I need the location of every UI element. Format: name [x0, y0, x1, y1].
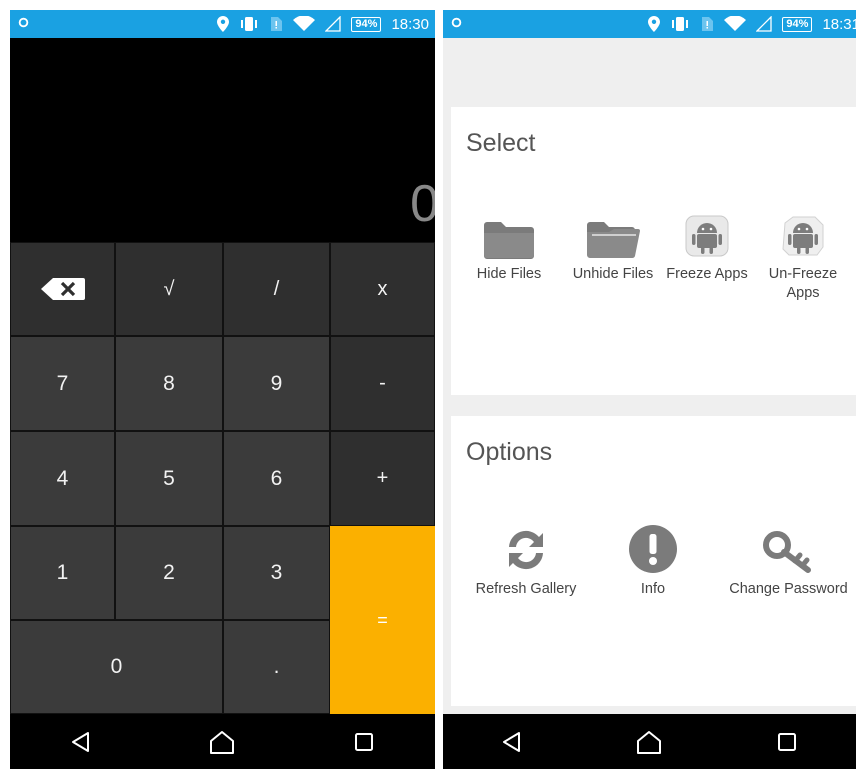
home-button[interactable] — [619, 722, 679, 762]
vibrate-icon — [239, 16, 259, 32]
unfreeze-apps-button[interactable]: Un-Freeze Apps — [757, 209, 849, 303]
key-6[interactable]: 6 — [223, 431, 330, 526]
battery-indicator: 94% — [351, 16, 382, 32]
key-2[interactable]: 2 — [115, 526, 223, 620]
signal-icon — [325, 16, 342, 32]
status-bar: 94% 18:30 — [10, 10, 435, 38]
hide-files-label: Hide Files — [476, 266, 542, 282]
status-clock: 18:30 — [391, 15, 429, 33]
location-icon — [648, 16, 661, 32]
open-folder-icon — [587, 222, 640, 259]
vibrate-icon — [670, 16, 690, 32]
recents-button[interactable] — [757, 722, 817, 762]
key-3[interactable]: 3 — [223, 526, 330, 620]
android-unfrozen-icon — [782, 216, 824, 256]
plus-button[interactable]: + — [330, 431, 435, 526]
key-7[interactable]: 7 — [10, 336, 115, 431]
home-icon — [210, 730, 235, 754]
equals-button[interactable]: = — [330, 526, 435, 714]
key-4[interactable]: 4 — [10, 431, 115, 526]
key-5[interactable]: 5 — [115, 431, 223, 526]
app-menu-screen: 94% 18:31 Select Hide Files Unhide Files… — [443, 10, 856, 769]
freeze-apps-button[interactable]: Freeze Apps — [661, 209, 753, 284]
calculator-display: 0 — [10, 38, 435, 242]
sim-alert-icon — [700, 16, 714, 32]
display-value: 0 — [410, 175, 435, 233]
hide-files-button[interactable]: Hide Files — [463, 209, 555, 284]
recents-icon — [778, 732, 797, 751]
unhide-files-label: Unhide Files — [572, 266, 654, 282]
navigation-bar — [443, 714, 856, 769]
select-title: Select — [466, 129, 536, 157]
refresh-gallery-label: Refresh Gallery — [475, 581, 577, 597]
options-card: Options Refresh Gallery Info Change Pass… — [451, 416, 856, 706]
key-8[interactable]: 8 — [115, 336, 223, 431]
key-0[interactable]: 0 — [10, 620, 223, 714]
location-icon — [217, 16, 230, 32]
notification-icon — [451, 17, 462, 28]
minus-button[interactable]: - — [330, 336, 435, 431]
decimal-button[interactable]: . — [223, 620, 330, 714]
wifi-icon — [724, 16, 747, 32]
info-label: Info — [640, 581, 666, 597]
options-title: Options — [466, 438, 553, 466]
key-icon — [762, 531, 811, 573]
divide-button[interactable]: / — [223, 242, 330, 336]
android-frozen-icon — [685, 215, 729, 257]
backspace-icon — [40, 278, 85, 300]
recents-button[interactable] — [334, 722, 394, 762]
select-card: Select Hide Files Unhide Files Freeze Ap… — [451, 107, 856, 395]
home-icon — [637, 730, 662, 754]
calculator-screen: 94% 18:30 0 √ / x 7 8 9 - 4 5 6 + 1 2 3 … — [10, 10, 435, 769]
navigation-bar — [10, 714, 435, 769]
unhide-files-button[interactable]: Unhide Files — [559, 209, 667, 284]
change-password-label: Change Password — [729, 581, 848, 597]
folder-icon — [484, 222, 534, 259]
back-icon — [502, 731, 520, 752]
status-clock: 18:31 — [822, 15, 856, 33]
recents-icon — [355, 732, 374, 751]
back-icon — [71, 731, 89, 752]
key-9[interactable]: 9 — [223, 336, 330, 431]
unfreeze-apps-label: Un-Freeze Apps — [768, 266, 838, 301]
key-1[interactable]: 1 — [10, 526, 115, 620]
signal-icon — [756, 16, 773, 32]
info-button[interactable]: Info — [603, 524, 703, 599]
refresh-icon — [509, 530, 543, 570]
status-bar: 94% 18:31 — [443, 10, 856, 38]
back-button[interactable] — [482, 722, 542, 762]
battery-indicator: 94% — [782, 16, 813, 32]
change-password-button[interactable]: Change Password — [721, 524, 856, 599]
back-button[interactable] — [51, 722, 111, 762]
refresh-gallery-button[interactable]: Refresh Gallery — [466, 524, 586, 599]
calculator-keypad: √ / x 7 8 9 - 4 5 6 + 1 2 3 = 0 . — [10, 242, 435, 714]
info-icon — [629, 525, 677, 573]
freeze-apps-label: Freeze Apps — [666, 266, 748, 282]
sqrt-button[interactable]: √ — [115, 242, 223, 336]
home-button[interactable] — [192, 722, 252, 762]
multiply-button[interactable]: x — [330, 242, 435, 336]
wifi-icon — [293, 16, 316, 32]
sim-alert-icon — [269, 16, 283, 32]
backspace-button[interactable] — [10, 242, 115, 336]
notification-icon — [18, 17, 29, 28]
